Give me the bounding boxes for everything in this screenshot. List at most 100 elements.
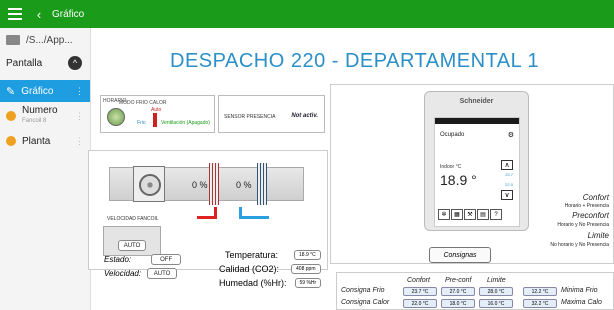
presence-label: SENSOR PRESENCIA <box>224 114 276 120</box>
grip-icon: ⋮ <box>75 135 84 146</box>
brand-logo: Schneider <box>459 98 494 105</box>
presence-panel: SENSOR PRESENCIA Not activ. <box>218 95 325 133</box>
sidebar-item-planta[interactable]: Planta ⋮ <box>0 130 90 152</box>
col-header: Confort <box>407 277 430 284</box>
estado-row: Estado: OFF <box>104 254 182 265</box>
temp-row: Temperatura: 18.9 °C <box>225 250 321 260</box>
temp-value: 18.9 °C <box>294 250 321 260</box>
fan-mode-icon[interactable]: ✲ <box>438 209 450 220</box>
menu-icon[interactable] <box>0 0 30 28</box>
gear-icon[interactable]: ⚙ <box>508 131 514 139</box>
top-bar: ‹ Gráfico <box>0 0 614 28</box>
indoor-temp: 18.9 ° <box>440 172 477 188</box>
chevron-up-icon[interactable]: ^ <box>68 56 82 70</box>
grip-icon: ⋮ <box>75 85 84 96</box>
setpoint-low: 22.0 <box>505 182 513 187</box>
sidebar-item-label: Gráfico <box>21 85 54 97</box>
sidebar-item-numero[interactable]: Numero Fancoil 8 ⋮ <box>0 102 90 130</box>
co2-label: Calidad (CO2): <box>219 264 280 274</box>
auto-button[interactable]: AUTO <box>118 240 146 251</box>
velocity-label: VELOCIDAD FANCOIL <box>107 216 159 222</box>
hum-value: 59 %Hr <box>294 278 322 288</box>
sidebar-path-label: /S.../App... <box>26 34 73 46</box>
max-calor-label: Maxima Calo <box>561 299 602 306</box>
thermostat-icon-row: ✲ ▦ ⚒ ▤ ? <box>438 209 502 220</box>
modo-label: MODO FRIO CALOR <box>119 100 167 106</box>
legend-preconfort-sub: Horario y No Presencia <box>557 222 609 228</box>
mode-panel: HORARIO MODO FRIO CALOR Auto Frio Ventil… <box>100 95 215 133</box>
cold-pipe <box>239 207 269 219</box>
pencil-icon: ✎ <box>6 85 16 98</box>
thermostat-device: Schneider Ocupado ⚙ Indoor °C 18.9 ° ∧ 2… <box>424 91 529 231</box>
frio-confort[interactable]: 23.7 °C <box>403 287 437 296</box>
col-header: Limite <box>487 277 506 284</box>
sidebar-item-sub: Fancoil 8 <box>22 118 47 124</box>
chevron-down-icon[interactable]: ∨ <box>501 190 513 200</box>
valve-pct-left: 0 % <box>192 180 208 190</box>
setpoint-high: 23.7 <box>505 172 513 177</box>
max-calor-value[interactable]: 32.2 °C <box>523 299 557 308</box>
heating-coil <box>209 163 219 205</box>
cooling-coil <box>257 163 267 205</box>
legend-preconfort: Preconfort <box>572 211 609 220</box>
indoor-label: Indoor °C <box>440 164 462 170</box>
grid-icon[interactable]: ▦ <box>451 209 463 220</box>
legend-confort-sub: Horario + Presencia <box>564 203 609 209</box>
mode-selector[interactable] <box>153 113 157 127</box>
fan-icon <box>133 166 165 202</box>
tools-icon[interactable]: ⚒ <box>464 209 476 220</box>
dot-icon <box>6 136 16 146</box>
hot-pipe <box>197 207 217 219</box>
legend-limite-sub: No horario y No Presencia <box>550 242 609 248</box>
legend-limite: Limite <box>587 231 609 240</box>
legend-confort: Confort <box>582 193 609 202</box>
sidebar-pantalla[interactable]: Pantalla ^ <box>0 52 90 74</box>
sidebar-item-label: Planta <box>22 135 51 147</box>
hum-label: Humedad (%Hr): <box>219 278 287 288</box>
calor-row-label: Consigna Calor <box>341 299 390 306</box>
pantalla-label: Pantalla <box>6 57 43 69</box>
grip-icon: ⋮ <box>75 110 84 121</box>
calor-limite[interactable]: 16.0 °C <box>479 299 513 308</box>
co2-value: 408 ppm <box>291 264 321 274</box>
frio-limite[interactable]: 28.0 °C <box>479 287 513 296</box>
hum-row: Humedad (%Hr): 59 %Hr <box>219 278 322 288</box>
calor-confort[interactable]: 22.0 °C <box>403 299 437 308</box>
frio-label: Frio <box>137 120 146 126</box>
vent-label: Ventilación (Apagado) <box>161 120 210 126</box>
horario-dial[interactable] <box>107 108 125 126</box>
dot-icon <box>6 111 16 121</box>
frio-row-label: Consigna Frio <box>341 287 385 294</box>
help-icon[interactable]: ? <box>490 209 502 220</box>
consignas-table: Confort Pre-conf Limite Consigna Frio 23… <box>336 272 614 310</box>
consignas-button[interactable]: Consignas <box>429 247 491 263</box>
occupancy-status: Ocupado <box>440 132 465 138</box>
sidebar-item-grafico[interactable]: ✎ Gráfico ⋮ <box>0 80 90 102</box>
screen-status-bar <box>435 118 519 124</box>
back-icon[interactable]: ‹ <box>30 7 48 22</box>
co2-row: Calidad (CO2): 408 ppm <box>219 264 321 274</box>
velocidad-label: Velocidad: <box>104 269 142 278</box>
velocidad-value[interactable]: AUTO <box>147 268 178 279</box>
estado-value[interactable]: OFF <box>151 254 182 265</box>
thermostat-panel: Schneider Ocupado ⚙ Indoor °C 18.9 ° ∧ 2… <box>330 84 614 264</box>
chevron-up-icon[interactable]: ∧ <box>501 160 513 170</box>
sidebar: /S.../App... Pantalla ^ ✎ Gráfico ⋮ Nume… <box>0 28 91 310</box>
min-frio-value[interactable]: 12.2 °C <box>523 287 557 296</box>
topbar-title: Gráfico <box>52 8 85 20</box>
presence-value: Not activ. <box>291 113 318 119</box>
sidebar-path[interactable]: /S.../App... <box>0 28 90 52</box>
frio-preconf[interactable]: 27.0 °C <box>441 287 475 296</box>
calor-preconf[interactable]: 18.0 °C <box>441 299 475 308</box>
schedule-icon[interactable]: ▤ <box>477 209 489 220</box>
sidebar-item-label: Numero <box>22 105 58 116</box>
page-title: DESPACHO 220 - DEPARTAMENTAL 1 <box>170 50 540 72</box>
device-icon <box>6 35 20 45</box>
min-frio-label: Minima Frio <box>561 287 598 294</box>
temp-label: Temperatura: <box>225 250 279 260</box>
estado-label: Estado: <box>104 255 132 264</box>
thermostat-screen: Ocupado ⚙ Indoor °C 18.9 ° ∧ 23.7 22.0 ∨… <box>434 117 520 227</box>
valve-pct-right: 0 % <box>236 180 252 190</box>
velocidad-row: Velocidad: AUTO <box>104 268 178 279</box>
velocity-box: AUTO <box>103 226 161 256</box>
